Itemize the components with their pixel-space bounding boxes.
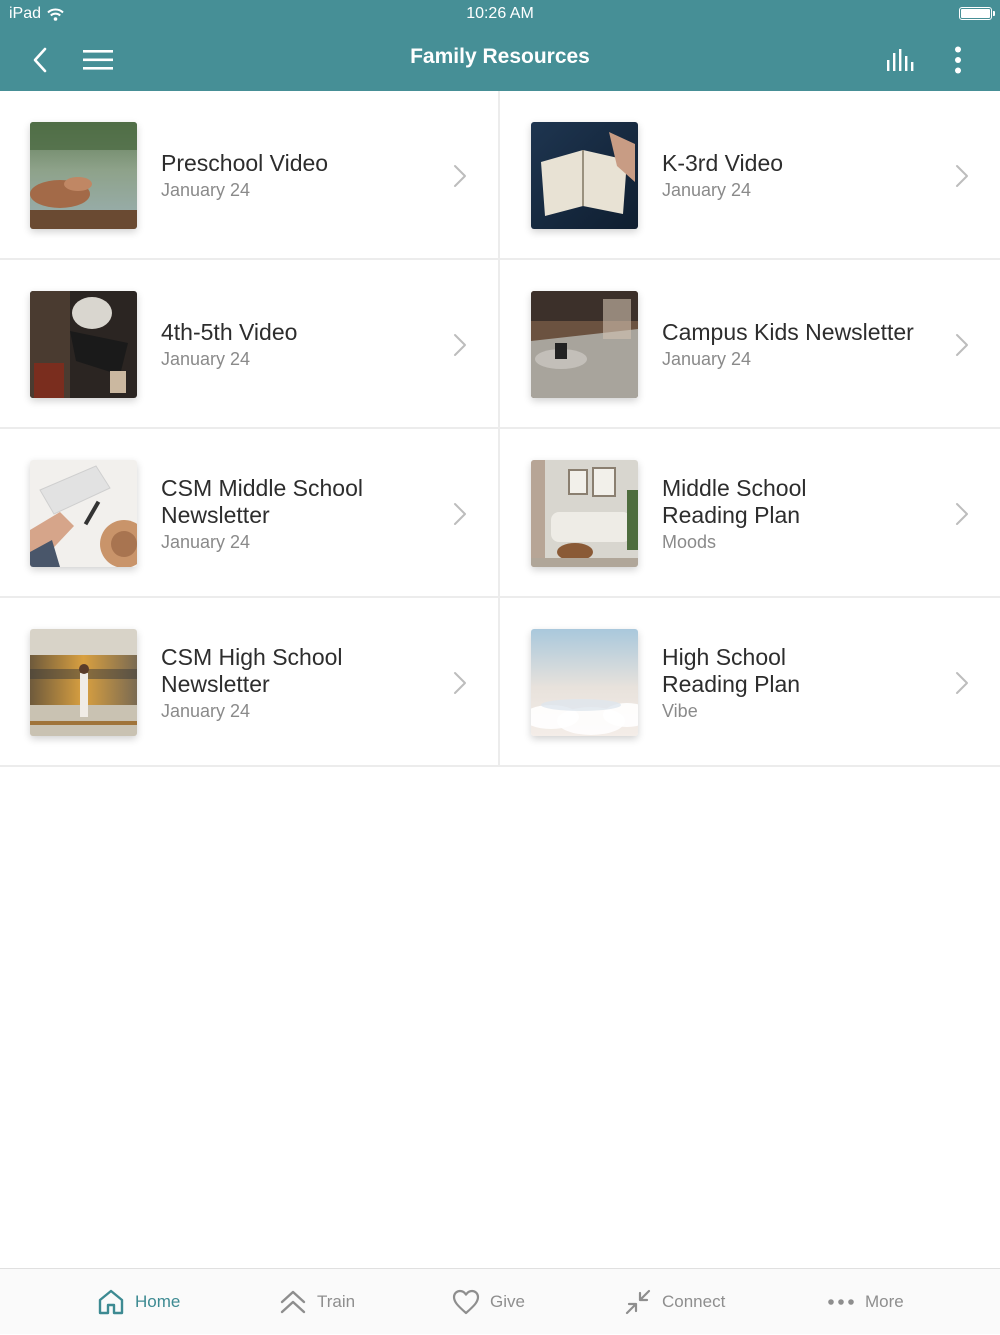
item-title: High School Reading Plan: [662, 643, 801, 697]
item-subtitle: January 24: [161, 700, 251, 721]
home-icon: [98, 1289, 124, 1315]
item-text: Preschool Video January 24: [161, 91, 441, 260]
living-room-rug-photo: [531, 291, 638, 398]
resource-item-campus-kids-newsletter[interactable]: Campus Kids Newsletter January 24: [500, 260, 1000, 429]
item-text: CSM High School Newsletter January 24: [161, 598, 441, 767]
item-title: Preschool Video: [161, 150, 329, 176]
item-text: CSM Middle School Newsletter January 24: [161, 429, 441, 598]
item-subtitle: January 24: [161, 531, 251, 552]
sofa-room-photo: [531, 460, 638, 567]
item-title: Middle School Reading Plan: [662, 474, 807, 528]
train-station-photo: [30, 629, 137, 736]
chevron-right-icon: [454, 165, 466, 187]
double-chevron-up-icon: [280, 1290, 306, 1314]
status-time: 10:26 AM: [466, 5, 534, 22]
chevron-right-icon: [956, 334, 968, 356]
tab-connect[interactable]: Connect: [624, 1269, 725, 1335]
resource-item-csm-middle-school-newsletter[interactable]: CSM Middle School Newsletter January 24: [0, 429, 500, 598]
resource-item-preschool-video[interactable]: Preschool Video January 24: [0, 91, 500, 260]
item-title: 4th-5th Video: [161, 319, 298, 345]
top-bar: iPad 10:26 AM Family Resources: [0, 0, 1000, 91]
resource-item-4th-5th-video[interactable]: 4th-5th Video January 24: [0, 260, 500, 429]
chevron-right-icon: [454, 334, 466, 356]
seated-person-photo: [30, 291, 137, 398]
item-title: CSM High School Newsletter: [161, 643, 343, 697]
collapse-arrows-icon: [625, 1289, 651, 1315]
tab-give[interactable]: Give: [452, 1269, 525, 1335]
item-subtitle: January 24: [662, 349, 752, 369]
battery-icon: [959, 7, 995, 20]
options-button[interactable]: [936, 38, 980, 82]
item-title: Campus Kids Newsletter: [662, 319, 914, 345]
chevron-right-icon: [956, 165, 968, 187]
item-subtitle: January 24: [662, 180, 752, 200]
chevron-right-icon: [956, 503, 968, 525]
navigation-bar: Family Resources: [0, 28, 1000, 91]
page-title: Family Resources: [410, 45, 590, 68]
open-bible-photo: [531, 122, 638, 229]
item-text: 4th-5th Video January 24: [161, 260, 441, 429]
resource-item-k3-video[interactable]: K-3rd Video January 24: [500, 91, 1000, 260]
item-text: High School Reading Plan Vibe: [662, 598, 952, 767]
tab-label: Connect: [662, 1292, 726, 1311]
item-text: Middle School Reading Plan Moods: [662, 429, 952, 598]
lake-hands-photo: [30, 122, 137, 229]
resource-item-middle-school-reading-plan[interactable]: Middle School Reading Plan Moods: [500, 429, 1000, 598]
tab-label: Train: [317, 1292, 356, 1311]
tab-more[interactable]: More: [827, 1269, 904, 1335]
vertical-dots-icon: [955, 46, 961, 74]
item-text: K-3rd Video January 24: [662, 91, 952, 260]
item-subtitle: January 24: [161, 349, 251, 369]
ellipsis-icon: [828, 1299, 854, 1305]
chevron-right-icon: [454, 503, 466, 525]
chevron-right-icon: [454, 672, 466, 694]
item-title: K-3rd Video: [662, 150, 784, 176]
tab-label: Home: [135, 1292, 181, 1311]
status-bar: iPad 10:26 AM: [0, 0, 1000, 28]
item-title: CSM Middle School Newsletter: [161, 474, 363, 528]
desk-keyboard-hat-photo: [30, 460, 137, 567]
bars-icon: [887, 49, 914, 71]
tab-label: More: [865, 1292, 904, 1311]
item-subtitle: Moods: [662, 531, 717, 552]
resource-item-high-school-reading-plan[interactable]: High School Reading Plan Vibe: [500, 598, 1000, 767]
tab-bar: Home Train Give Connect More: [0, 1268, 1000, 1334]
tab-home[interactable]: Home: [97, 1269, 180, 1335]
tab-label: Give: [490, 1292, 525, 1311]
item-text: Campus Kids Newsletter January 24: [662, 260, 952, 429]
resource-item-csm-high-school-newsletter[interactable]: CSM High School Newsletter January 24: [0, 598, 500, 767]
item-subtitle: January 24: [161, 180, 251, 200]
item-subtitle: Vibe: [662, 700, 698, 721]
clouds-sky-photo: [531, 629, 638, 736]
tab-train[interactable]: Train: [279, 1269, 355, 1335]
audio-stats-button[interactable]: [879, 38, 923, 82]
heart-icon: [452, 1289, 480, 1315]
chevron-right-icon: [956, 672, 968, 694]
